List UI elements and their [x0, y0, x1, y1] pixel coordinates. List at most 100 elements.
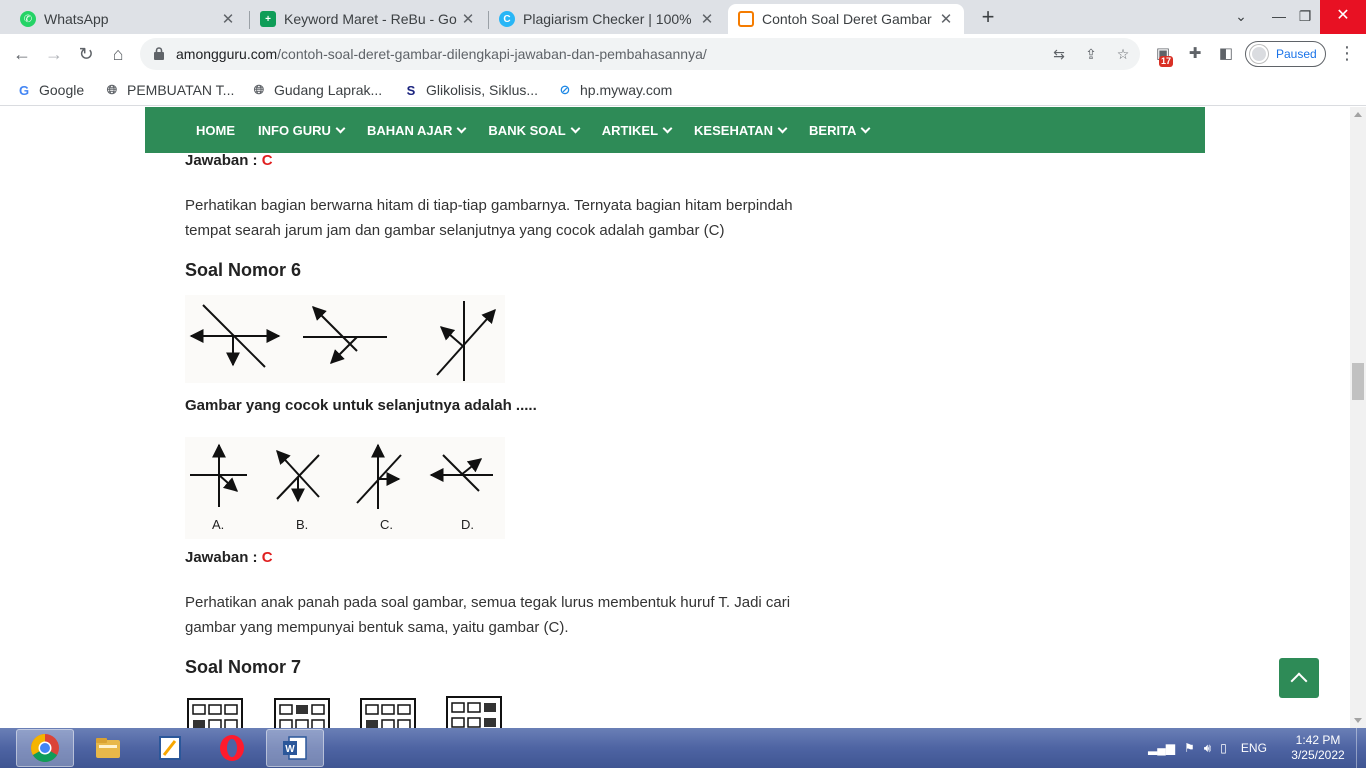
q5-answer: Jawaban : C [185, 152, 273, 169]
q5-explanation: Perhatikan bagian berwarna hitam di tiap… [185, 197, 793, 239]
nav-berita[interactable]: BERITA [809, 123, 871, 138]
network-icon[interactable]: ▂▄▆ [1148, 741, 1175, 755]
nav-bahan-ajar[interactable]: BAHAN AJAR [367, 123, 467, 138]
tab-keyword-maret[interactable]: + Keyword Maret - ReBu - Go ✕ [250, 4, 486, 34]
close-tab-icon[interactable]: ✕ [938, 10, 954, 28]
chevron-down-icon [861, 123, 871, 133]
scroll-down-arrow-icon[interactable] [1354, 718, 1362, 723]
hotspot-icon: S [406, 82, 416, 98]
chevron-down-icon [662, 123, 673, 133]
q6-heading: Soal Nomor 6 [185, 260, 302, 280]
bookmark-myway[interactable]: ⊘ hp.myway.com [557, 80, 673, 100]
amongguru-icon [738, 11, 754, 27]
chevron-down-icon [335, 123, 346, 133]
extension-badge: 17 [1159, 56, 1174, 67]
q6-explanation: Perhatikan anak panah pada soal gambar, … [185, 594, 791, 636]
translate-icon[interactable]: ⇆ [1050, 45, 1068, 63]
system-tray: ▂▄▆ ⚑ 🔊︎ ▯ ENG [1148, 728, 1267, 768]
option-a-label: A. [212, 517, 225, 532]
chevron-down-icon [777, 123, 788, 133]
bookmark-google[interactable]: G Google [16, 80, 84, 100]
volume-icon[interactable]: 🔊︎ [1204, 741, 1212, 756]
q6-answer: Jawaban : C [185, 549, 273, 566]
tab-whatsapp[interactable]: ✆ WhatsApp ✕ [10, 4, 246, 34]
opera-icon [220, 735, 244, 761]
close-tab-icon[interactable]: ✕ [699, 10, 715, 28]
close-tab-icon[interactable]: ✕ [220, 10, 236, 28]
bookmark-pembuatan[interactable]: 🌐︎ PEMBUATAN T... [104, 80, 235, 100]
scrollbar-thumb[interactable] [1352, 363, 1364, 400]
file-explorer-icon [96, 738, 120, 758]
notes-icon [159, 736, 181, 760]
taskbar-file-explorer[interactable] [79, 729, 137, 767]
lock-icon [154, 47, 164, 60]
option-c-label: C. [380, 517, 393, 532]
q6-sequence-image [185, 295, 505, 383]
plagiarism-icon: C [499, 11, 515, 27]
scroll-up-arrow-icon[interactable] [1354, 112, 1362, 117]
url-text: amongguru.com/contoh-soal-deret-gambar-d… [176, 46, 707, 62]
whatsapp-icon: ✆ [20, 11, 36, 27]
bookmark-star-icon[interactable]: ☆ [1114, 45, 1132, 63]
globe-icon: 🌐︎ [106, 82, 118, 97]
forward-button[interactable]: → [42, 42, 66, 66]
globe-icon: 🌐︎ [253, 82, 265, 97]
taskbar-chrome[interactable] [16, 729, 74, 767]
close-tab-icon[interactable]: ✕ [460, 10, 476, 28]
nav-kesehatan[interactable]: KESEHATAN [694, 123, 788, 138]
show-desktop-button[interactable] [1356, 728, 1366, 768]
chevron-down-icon [570, 123, 581, 133]
page-scrollbar[interactable] [1350, 107, 1366, 728]
clock-date: 3/25/2022 [1291, 748, 1345, 762]
option-d-label: D. [461, 517, 474, 532]
chevron-down-icon [456, 123, 467, 133]
side-panel-icon[interactable]: ◧ [1216, 44, 1236, 64]
google-icon: G [18, 82, 30, 98]
tab-plagiarism-checker[interactable]: C Plagiarism Checker | 100% ✕ [489, 4, 725, 34]
battery-icon[interactable]: ▯ [1220, 741, 1227, 755]
taskbar-notes[interactable] [141, 729, 199, 767]
q7-heading: Soal Nomor 7 [185, 657, 302, 677]
myway-icon: ⊘ [559, 82, 571, 97]
nav-artikel[interactable]: ARTIKEL [602, 123, 673, 138]
language-indicator[interactable]: ENG [1241, 741, 1267, 755]
nav-home[interactable]: HOME [196, 123, 235, 138]
sheets-icon: + [260, 11, 276, 27]
back-button[interactable]: ← [10, 42, 34, 66]
web-page: HOME INFO GURU BAHAN AJAR BANK SOAL ARTI… [0, 107, 1350, 728]
clock-time: 1:42 PM [1295, 733, 1341, 747]
menu-icon[interactable]: ⋮ [1338, 44, 1356, 64]
q6-question: Gambar yang cocok untuk selanjutnya adal… [185, 397, 537, 414]
address-bar[interactable]: amongguru.com/contoh-soal-deret-gambar-d… [140, 38, 1140, 70]
extensions-puzzle-icon[interactable]: ✚ [1185, 44, 1205, 64]
reload-button[interactable]: ↻ [74, 42, 98, 66]
home-button[interactable]: ⌂ [106, 42, 130, 66]
nav-bank-soal[interactable]: BANK SOAL [488, 123, 581, 138]
taskbar-clock[interactable]: 1:42 PM 3/25/2022 [1290, 733, 1346, 763]
flag-icon[interactable]: ⚑ [1184, 741, 1195, 755]
tab-strip: ✆ WhatsApp ✕ + Keyword Maret - ReBu - Go… [0, 0, 1366, 34]
avatar [1250, 45, 1268, 63]
windows-taskbar: W ▂▄▆ ⚑ 🔊︎ ▯ ENG 1:42 PM 3/25/2022 [0, 728, 1366, 768]
bookmarks-bar: G Google 🌐︎ PEMBUATAN T... 🌐︎ Gudang Lap… [0, 74, 1366, 106]
profile-button[interactable]: Paused [1245, 41, 1326, 67]
tab-contoh-soal[interactable]: Contoh Soal Deret Gambar ✕ [728, 4, 964, 34]
option-b-label: B. [296, 517, 309, 532]
browser-toolbar: ← → ↻ ⌂ amongguru.com/contoh-soal-deret-… [0, 34, 1366, 74]
svg-text:W: W [285, 744, 295, 755]
word-icon: W [283, 736, 307, 760]
scroll-to-top-button[interactable] [1279, 658, 1319, 698]
bookmark-glikolisis[interactable]: S Glikolisis, Siklus... [403, 80, 538, 100]
close-window-button[interactable]: ✕ [1320, 0, 1366, 34]
new-tab-button[interactable]: + [976, 5, 1000, 29]
profile-status: Paused [1276, 47, 1317, 61]
q6-options-image: A. B. C. D. [185, 437, 505, 539]
nav-info-guru[interactable]: INFO GURU [258, 123, 346, 138]
taskbar-opera[interactable] [203, 729, 261, 767]
share-icon[interactable]: ⇪ [1082, 45, 1100, 63]
site-navbar: HOME INFO GURU BAHAN AJAR BANK SOAL ARTI… [145, 107, 1205, 153]
bookmark-gudang-laprak[interactable]: 🌐︎ Gudang Laprak... [251, 80, 382, 100]
q7-sequence-image [185, 691, 505, 728]
chrome-icon [31, 734, 59, 762]
taskbar-word[interactable]: W [266, 729, 324, 767]
